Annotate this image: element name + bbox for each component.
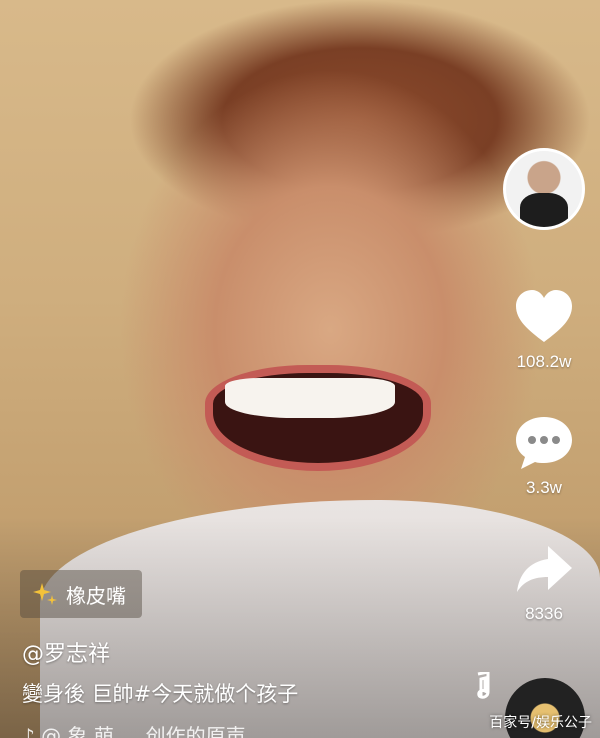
comment-bubble-icon (516, 417, 572, 469)
author-avatar[interactable] (503, 148, 585, 230)
comment-button[interactable]: 3.3w (514, 414, 574, 498)
like-count: 108.2w (516, 352, 572, 371)
heart-icon (516, 290, 572, 342)
effect-tag-label: 橡皮嘴 (66, 583, 126, 608)
sparkle-icon (33, 583, 57, 605)
share-arrow-icon (517, 546, 572, 592)
music-title[interactable]: ♪ @ 象 萌 ... 创作的原声 (22, 720, 246, 738)
share-count: 8336 (525, 604, 563, 623)
share-button[interactable]: 8336 (514, 540, 574, 624)
music-note-icon (477, 672, 490, 699)
comment-count: 3.3w (526, 478, 562, 497)
source-watermark: 百家号/娱乐公子 (489, 715, 592, 731)
effect-tag-chip[interactable]: 橡皮嘴 (20, 570, 142, 618)
action-rail: 108.2w 3.3w 8336 (502, 148, 586, 624)
video-caption: 變身後 巨帥#今天就做个孩子 (22, 682, 299, 706)
like-button[interactable]: 108.2w (514, 288, 574, 372)
author-handle[interactable]: @罗志祥 (22, 636, 110, 668)
video-screen[interactable]: 108.2w 3.3w 8336 橡皮嘴 @罗志祥 變身後 巨帥#今天就做个孩子… (0, 0, 600, 738)
